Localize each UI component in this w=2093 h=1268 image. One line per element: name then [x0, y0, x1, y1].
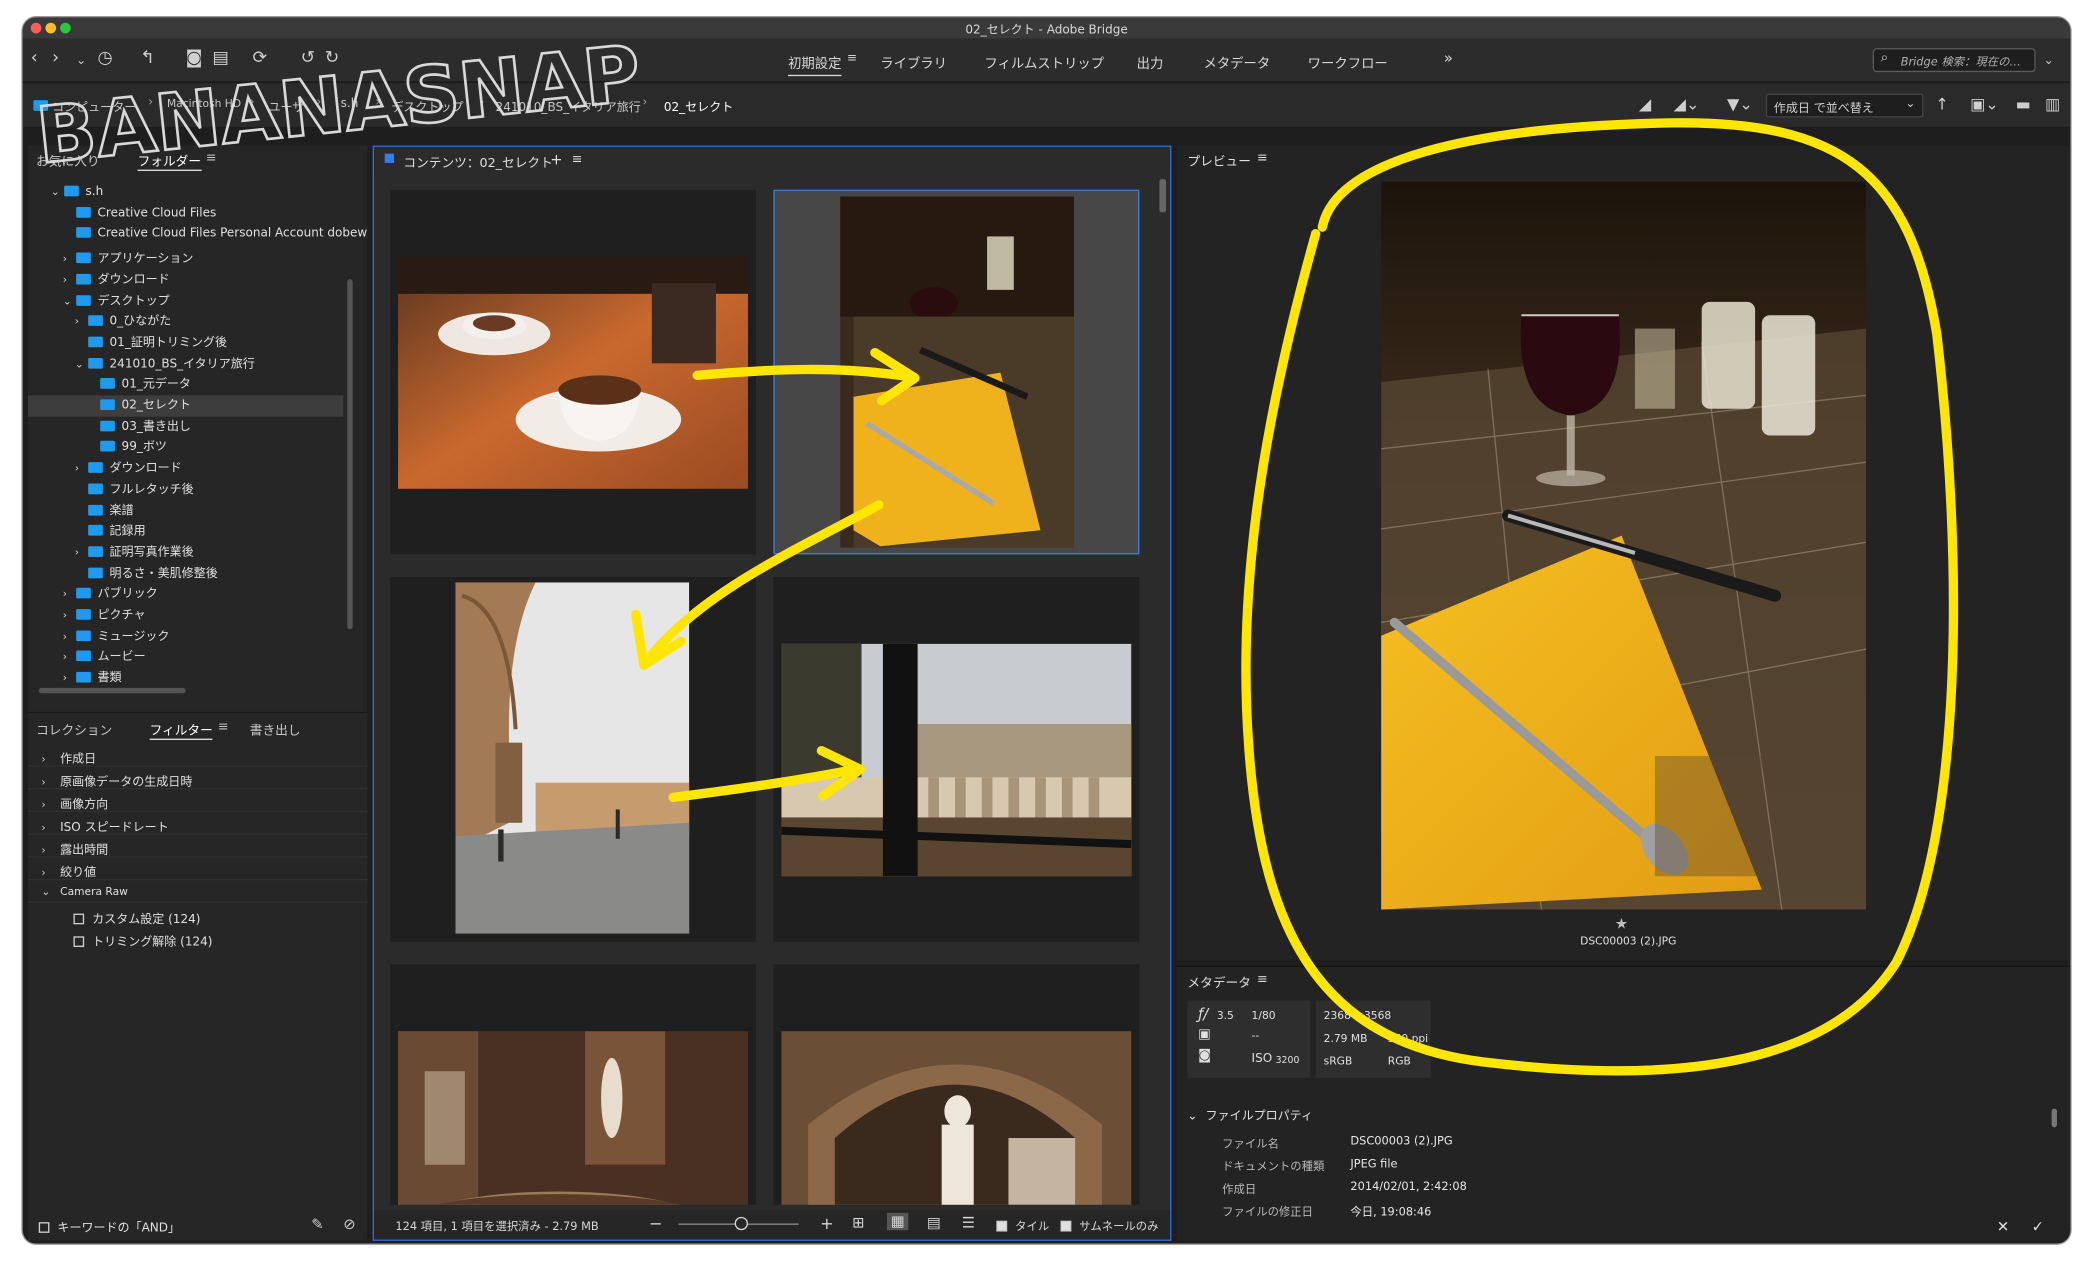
arrow-annotation [692, 364, 913, 382]
arrow-annotation [647, 500, 884, 660]
yellow-annotations [631, 118, 1959, 1076]
annotation-overlay: BANANASNAP [31, 28, 1959, 1076]
watermark-text: BANANASNAP [33, 29, 645, 182]
highlight-loop-annotation [1241, 118, 1959, 1076]
arrowhead-annotation [631, 609, 686, 670]
